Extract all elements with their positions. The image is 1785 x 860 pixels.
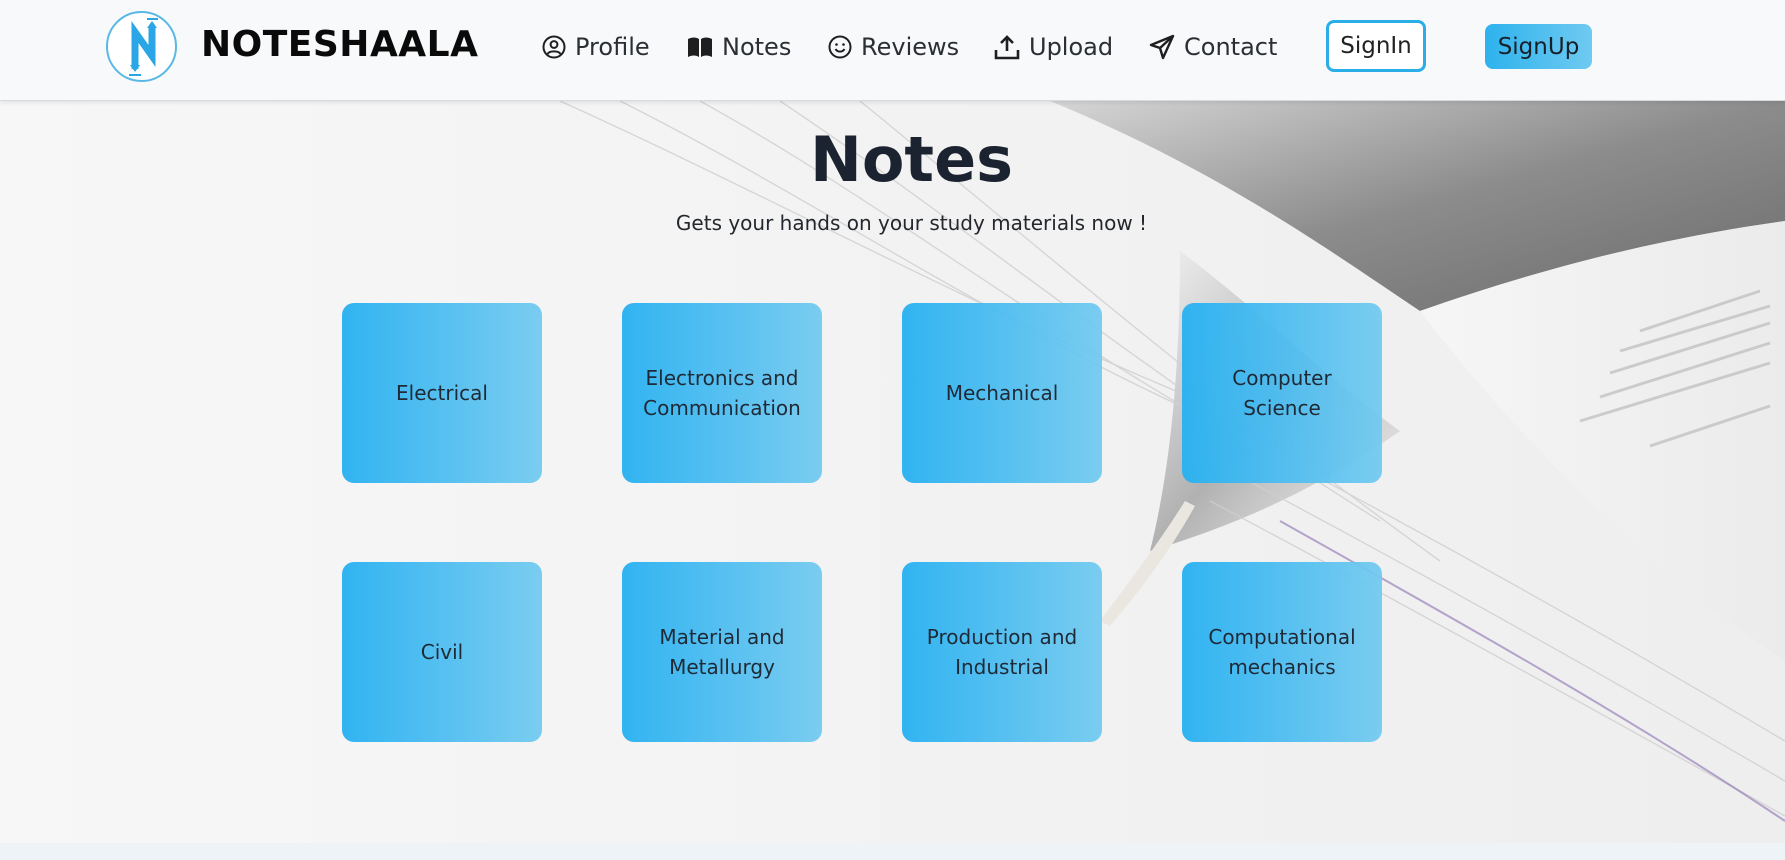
nav-upload-label: Upload <box>1029 33 1114 61</box>
category-card-material-and-metallurgy[interactable]: Material and Metallurgy <box>622 562 822 742</box>
category-card-computer-science[interactable]: Computer Science <box>1182 303 1382 483</box>
nav-profile-link[interactable]: Profile <box>542 30 650 64</box>
brand-name[interactable]: NOTESHAALA <box>201 24 478 65</box>
nav-contact-label: Contact <box>1184 33 1278 61</box>
paper-plane-icon <box>1149 34 1175 60</box>
upload-icon <box>994 35 1020 60</box>
open-book-icon <box>688 37 712 57</box>
category-card-electrical[interactable]: Electrical <box>342 303 542 483</box>
signin-button[interactable]: SignIn <box>1326 20 1426 72</box>
signup-button[interactable]: SignUp <box>1485 24 1592 69</box>
nav-notes-label: Notes <box>722 33 792 61</box>
nav-reviews-link[interactable]: Reviews <box>828 30 959 64</box>
category-card-production-and-industrial[interactable]: Production and Industrial <box>902 562 1102 742</box>
navbar: NOTESHAALA Profile Notes Reviews Upload … <box>0 0 1785 101</box>
nav-upload-link[interactable]: Upload <box>994 30 1113 64</box>
nav-contact-link[interactable]: Contact <box>1149 30 1277 64</box>
footer-strip <box>0 843 1785 860</box>
nav-reviews-label: Reviews <box>861 33 960 61</box>
user-circle-icon <box>542 35 566 59</box>
category-card-electronics-and-communication[interactable]: Electronics and Communication <box>622 303 822 483</box>
nav-profile-label: Profile <box>575 33 650 61</box>
page-subtitle: Gets your hands on your study materials … <box>675 211 1148 235</box>
smile-icon <box>828 35 852 59</box>
category-card-computational-mechanics[interactable]: Computational mechanics <box>1182 562 1382 742</box>
page-title: Notes <box>809 123 1014 196</box>
category-card-civil[interactable]: Civil <box>342 562 542 742</box>
notes-hero: Notes Gets your hands on your study mate… <box>0 101 1785 843</box>
category-card-mechanical[interactable]: Mechanical <box>902 303 1102 483</box>
nav-notes-link[interactable]: Notes <box>687 30 791 64</box>
n-arrows-logo-icon[interactable] <box>106 11 177 82</box>
